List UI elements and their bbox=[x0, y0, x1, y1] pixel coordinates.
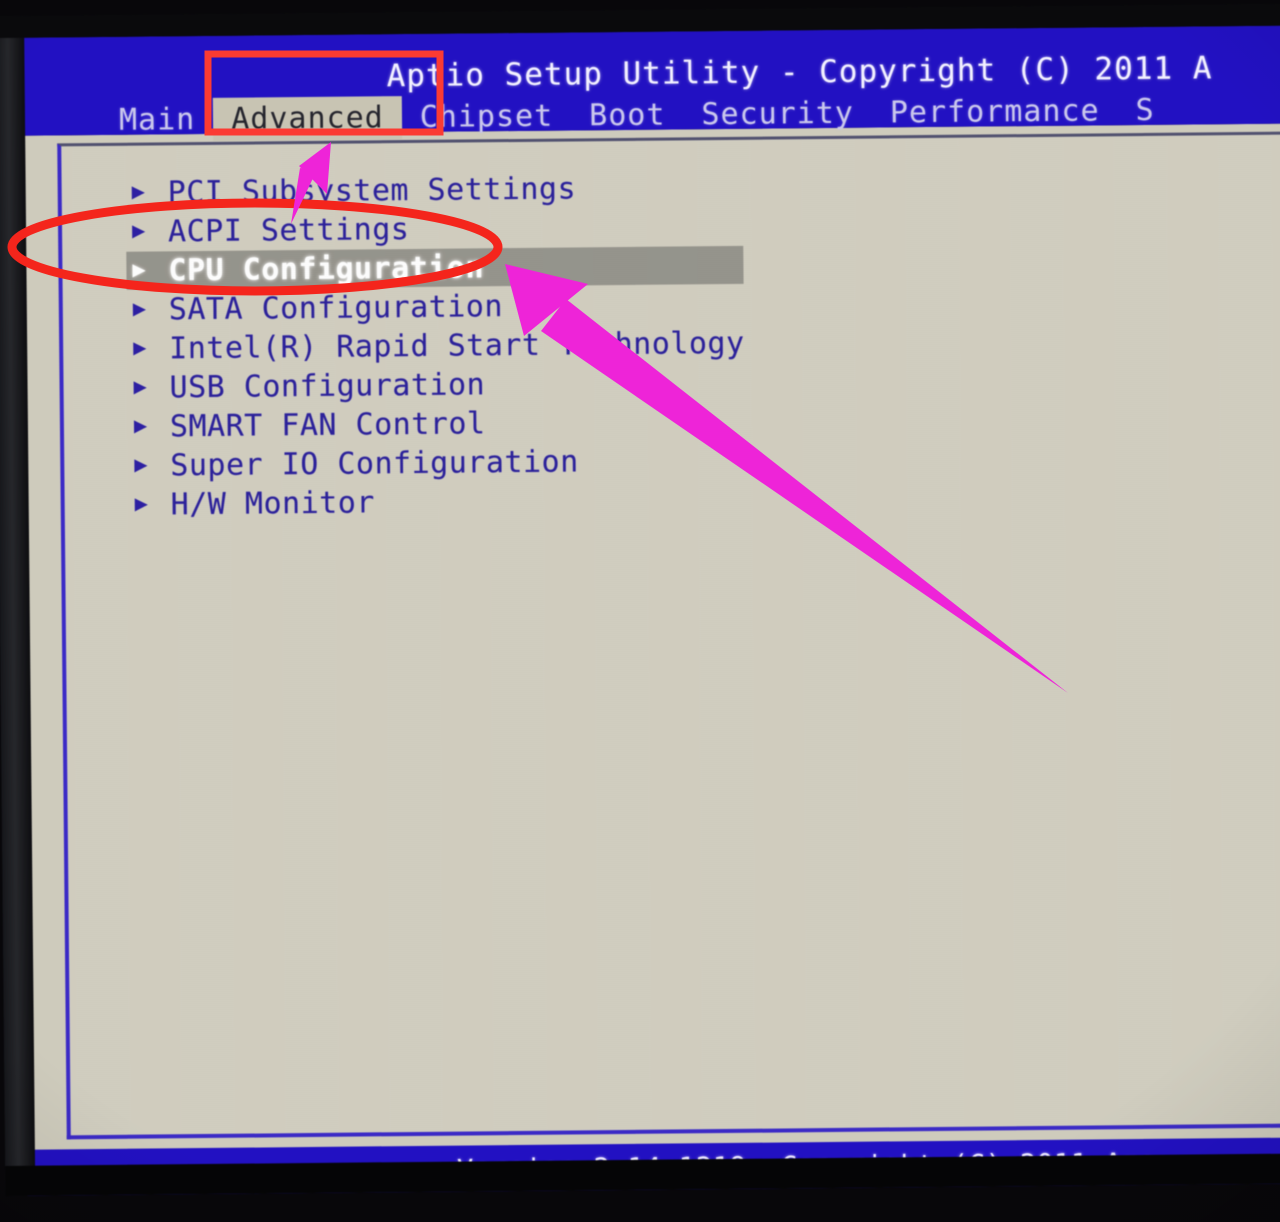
submenu-arrow-icon: ▶ bbox=[131, 179, 146, 205]
menu-item-label: SMART FAN Control bbox=[169, 405, 486, 444]
tab-boot[interactable]: Boot bbox=[571, 93, 684, 137]
menu-item-hw-monitor[interactable]: ▶ H/W Monitor bbox=[131, 480, 747, 524]
menu-item-label: PCI Subsystem Settings bbox=[167, 170, 577, 210]
tab-boot-label: Boot bbox=[589, 97, 666, 133]
tab-chipset-label: Chipset bbox=[419, 98, 554, 135]
menu-item-super-io-configuration[interactable]: ▶ Super IO Configuration bbox=[130, 441, 746, 485]
menu-item-intel-rapid-start-technology[interactable]: ▶ Intel(R) Rapid Start Technology bbox=[129, 324, 745, 368]
tab-advanced-label: Advanced bbox=[231, 99, 384, 137]
submenu-arrow-icon: ▶ bbox=[134, 452, 148, 478]
bios-content-panel: ▶ PCI Subsystem Settings ▶ ACPI Settings… bbox=[17, 123, 1280, 1158]
bios-header-bar: Aptio Setup Utility - Copyright (C) 2011… bbox=[16, 25, 1280, 141]
submenu-arrow-icon: ▶ bbox=[133, 374, 147, 400]
submenu-arrow-icon: ▶ bbox=[132, 257, 146, 283]
tab-performance-label: Performance bbox=[889, 92, 1100, 130]
submenu-arrow-icon: ▶ bbox=[132, 296, 147, 322]
menu-item-usb-configuration[interactable]: ▶ USB Configuration bbox=[129, 363, 745, 407]
advanced-menu-list[interactable]: ▶ PCI Subsystem Settings ▶ ACPI Settings… bbox=[126, 168, 747, 525]
tab-main-label: Main bbox=[118, 101, 196, 138]
photo-blur-layer: Aptio Setup Utility - Copyright (C) 2011… bbox=[0, 0, 1280, 1222]
tab-main[interactable]: Main bbox=[101, 97, 214, 141]
submenu-arrow-icon: ▶ bbox=[133, 413, 148, 439]
menu-item-label: USB Configuration bbox=[169, 366, 486, 405]
menu-item-pci-subsystem-settings[interactable]: ▶ PCI Subsystem Settings bbox=[128, 168, 744, 212]
submenu-arrow-icon: ▶ bbox=[131, 218, 146, 244]
bios-screen-photo: Aptio Setup Utility - Copyright (C) 2011… bbox=[0, 0, 1280, 1222]
menu-item-label: Super IO Configuration bbox=[170, 443, 579, 483]
menu-item-acpi-settings[interactable]: ▶ ACPI Settings bbox=[128, 207, 744, 251]
monitor-panel: Aptio Setup Utility - Copyright (C) 2011… bbox=[0, 3, 1280, 1196]
submenu-arrow-icon: ▶ bbox=[133, 335, 147, 361]
menu-item-sata-configuration[interactable]: ▶ SATA Configuration bbox=[129, 285, 745, 329]
tab-save-and-exit[interactable]: S bbox=[1117, 88, 1172, 132]
menu-item-label: Intel(R) Rapid Start Technology bbox=[169, 325, 745, 366]
menu-item-label: ACPI Settings bbox=[167, 211, 410, 249]
menu-item-label: H/W Monitor bbox=[170, 484, 376, 522]
menu-item-cpu-configuration[interactable]: ▶ CPU Configuration bbox=[126, 245, 745, 290]
tab-performance[interactable]: Performance bbox=[872, 89, 1118, 134]
bios-content-frame: ▶ PCI Subsystem Settings ▶ ACPI Settings… bbox=[57, 131, 1280, 1140]
tab-advanced[interactable]: Advanced bbox=[213, 95, 402, 141]
menu-item-label: SATA Configuration bbox=[168, 288, 504, 327]
menu-item-smart-fan-control[interactable]: ▶ SMART FAN Control bbox=[130, 402, 746, 446]
tab-save-and-exit-label: S bbox=[1135, 92, 1155, 128]
menu-item-label: CPU Configuration bbox=[168, 249, 485, 288]
tab-chipset[interactable]: Chipset bbox=[402, 94, 572, 139]
submenu-arrow-icon: ▶ bbox=[134, 491, 149, 517]
tab-security[interactable]: Security bbox=[683, 91, 872, 136]
tab-security-label: Security bbox=[701, 95, 855, 132]
